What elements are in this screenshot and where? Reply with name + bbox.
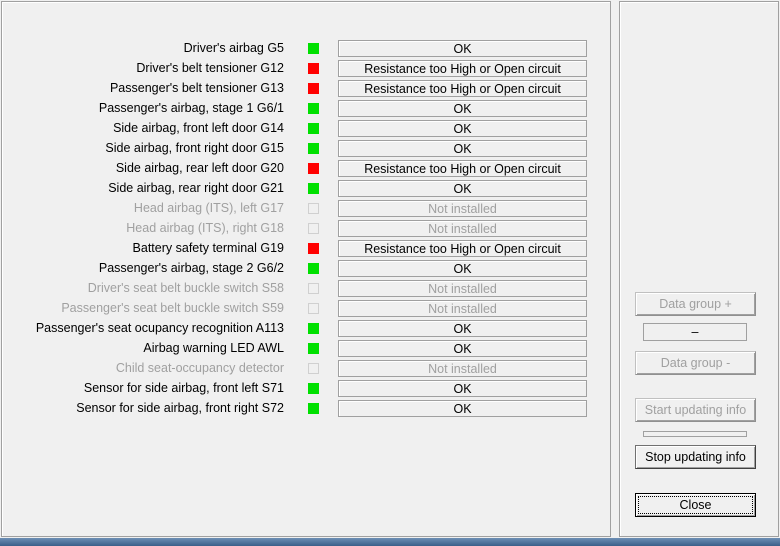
- measurement-label: Driver's airbag G5: [183, 41, 284, 55]
- measurement-label: Passenger's airbag, stage 1 G6/1: [98, 101, 284, 115]
- measurement-row: Airbag warning LED AWL OK: [2, 340, 602, 358]
- measurement-row: Side airbag, rear right door G21 OK: [2, 180, 602, 198]
- data-group-plus-button[interactable]: Data group +: [635, 292, 756, 316]
- status-indicator: [308, 203, 319, 214]
- close-label: Close: [638, 496, 753, 514]
- measurement-value: OK: [338, 40, 587, 57]
- measurements-panel: Driver's airbag G5 OK Driver's belt tensi…: [1, 1, 611, 537]
- measurement-label: Airbag warning LED AWL: [143, 341, 284, 355]
- status-indicator: [308, 243, 319, 254]
- measurement-value: Not installed: [338, 220, 587, 237]
- measurement-label: Side airbag, rear left door G20: [115, 161, 284, 175]
- measurement-value: Not installed: [338, 280, 587, 297]
- start-updating-button[interactable]: Start updating info: [635, 398, 756, 422]
- close-button[interactable]: Close: [635, 493, 756, 517]
- status-indicator: [308, 123, 319, 134]
- measurement-value: Not installed: [338, 300, 587, 317]
- measurement-value: Resistance too High or Open circuit: [338, 160, 587, 177]
- measurement-label: Sensor for side airbag, front left S71: [83, 381, 284, 395]
- data-group-field: –: [643, 323, 747, 341]
- measurement-row: Sensor for side airbag, front left S71 O…: [2, 380, 602, 398]
- status-indicator: [308, 163, 319, 174]
- measurement-value: OK: [338, 400, 587, 417]
- status-indicator: [308, 103, 319, 114]
- status-indicator: [308, 83, 319, 94]
- update-progress-bar: [643, 431, 747, 437]
- status-indicator: [308, 303, 319, 314]
- measurement-value: Not installed: [338, 360, 587, 377]
- status-indicator: [308, 183, 319, 194]
- measurement-row: Battery safety terminal G19 Resistance t…: [2, 240, 602, 258]
- status-indicator: [308, 363, 319, 374]
- measurement-row: Passenger's airbag, stage 1 G6/1 OK: [2, 100, 602, 118]
- measurement-label: Head airbag (ITS), right G18: [126, 221, 284, 235]
- stop-updating-button[interactable]: Stop updating info: [635, 445, 756, 469]
- measurement-label: Passenger's airbag, stage 2 G6/2: [98, 261, 284, 275]
- measurement-label: Driver's seat belt buckle switch S58: [87, 281, 284, 295]
- measurement-row: Head airbag (ITS), left G17 Not installe…: [2, 200, 602, 218]
- measurement-label: Passenger's seat belt buckle switch S59: [61, 301, 284, 315]
- data-group-minus-button[interactable]: Data group -: [635, 351, 756, 375]
- measurement-value: Resistance too High or Open circuit: [338, 80, 587, 97]
- measurement-row: Passenger's seat belt buckle switch S59 …: [2, 300, 602, 318]
- measurement-label: Side airbag, front right door G15: [105, 141, 284, 155]
- measurement-row: Driver's seat belt buckle switch S58 Not…: [2, 280, 602, 298]
- measurement-value: Resistance too High or Open circuit: [338, 240, 587, 257]
- status-indicator: [308, 343, 319, 354]
- measurement-label: Passenger's belt tensioner G13: [109, 81, 284, 95]
- measurement-row: Passenger's airbag, stage 2 G6/2 OK: [2, 260, 602, 278]
- measurement-value: OK: [338, 320, 587, 337]
- status-indicator: [308, 263, 319, 274]
- status-indicator: [308, 323, 319, 334]
- measurement-row: Side airbag, front left door G14 OK: [2, 120, 602, 138]
- measurement-row: Driver's airbag G5 OK: [2, 40, 602, 58]
- status-indicator: [308, 283, 319, 294]
- measurement-row: Driver's belt tensioner G12 Resistance t…: [2, 60, 602, 78]
- measurement-label: Side airbag, front left door G14: [113, 121, 284, 135]
- measurement-row: Child seat-occupancy detector Not instal…: [2, 360, 602, 378]
- measurement-row: Passenger's seat ocupancy recognition A1…: [2, 320, 602, 338]
- measurement-value: Not installed: [338, 200, 587, 217]
- measurement-value: OK: [338, 340, 587, 357]
- measurement-row: Head airbag (ITS), right G18 Not install…: [2, 220, 602, 238]
- status-indicator: [308, 143, 319, 154]
- status-indicator: [308, 223, 319, 234]
- measurement-value: Resistance too High or Open circuit: [338, 60, 587, 77]
- measurement-value: OK: [338, 120, 587, 137]
- measurement-value: OK: [338, 140, 587, 157]
- measurement-label: Driver's belt tensioner G12: [136, 61, 284, 75]
- measurement-value: OK: [338, 380, 587, 397]
- measurement-value: OK: [338, 180, 587, 197]
- status-indicator: [308, 43, 319, 54]
- status-indicator: [308, 383, 319, 394]
- measurement-label: Side airbag, rear right door G21: [108, 181, 284, 195]
- status-indicator: [308, 403, 319, 414]
- measurement-label: Head airbag (ITS), left G17: [133, 201, 284, 215]
- measurement-label: Passenger's seat ocupancy recognition A1…: [35, 321, 284, 335]
- measurement-label: Sensor for side airbag, front right S72: [76, 401, 284, 415]
- measurement-row: Side airbag, front right door G15 OK: [2, 140, 602, 158]
- controls-panel: Data group + – Data group - Start updati…: [619, 1, 779, 537]
- status-indicator: [308, 63, 319, 74]
- measurement-row: Side airbag, rear left door G20 Resistan…: [2, 160, 602, 178]
- measurement-row: Sensor for side airbag, front right S72 …: [2, 400, 602, 418]
- measurement-value: OK: [338, 100, 587, 117]
- taskbar-edge: [0, 538, 780, 546]
- measurement-value: OK: [338, 260, 587, 277]
- measurement-row: Passenger's belt tensioner G13 Resistanc…: [2, 80, 602, 98]
- measurement-label: Child seat-occupancy detector: [115, 361, 284, 375]
- measurement-label: Battery safety terminal G19: [132, 241, 284, 255]
